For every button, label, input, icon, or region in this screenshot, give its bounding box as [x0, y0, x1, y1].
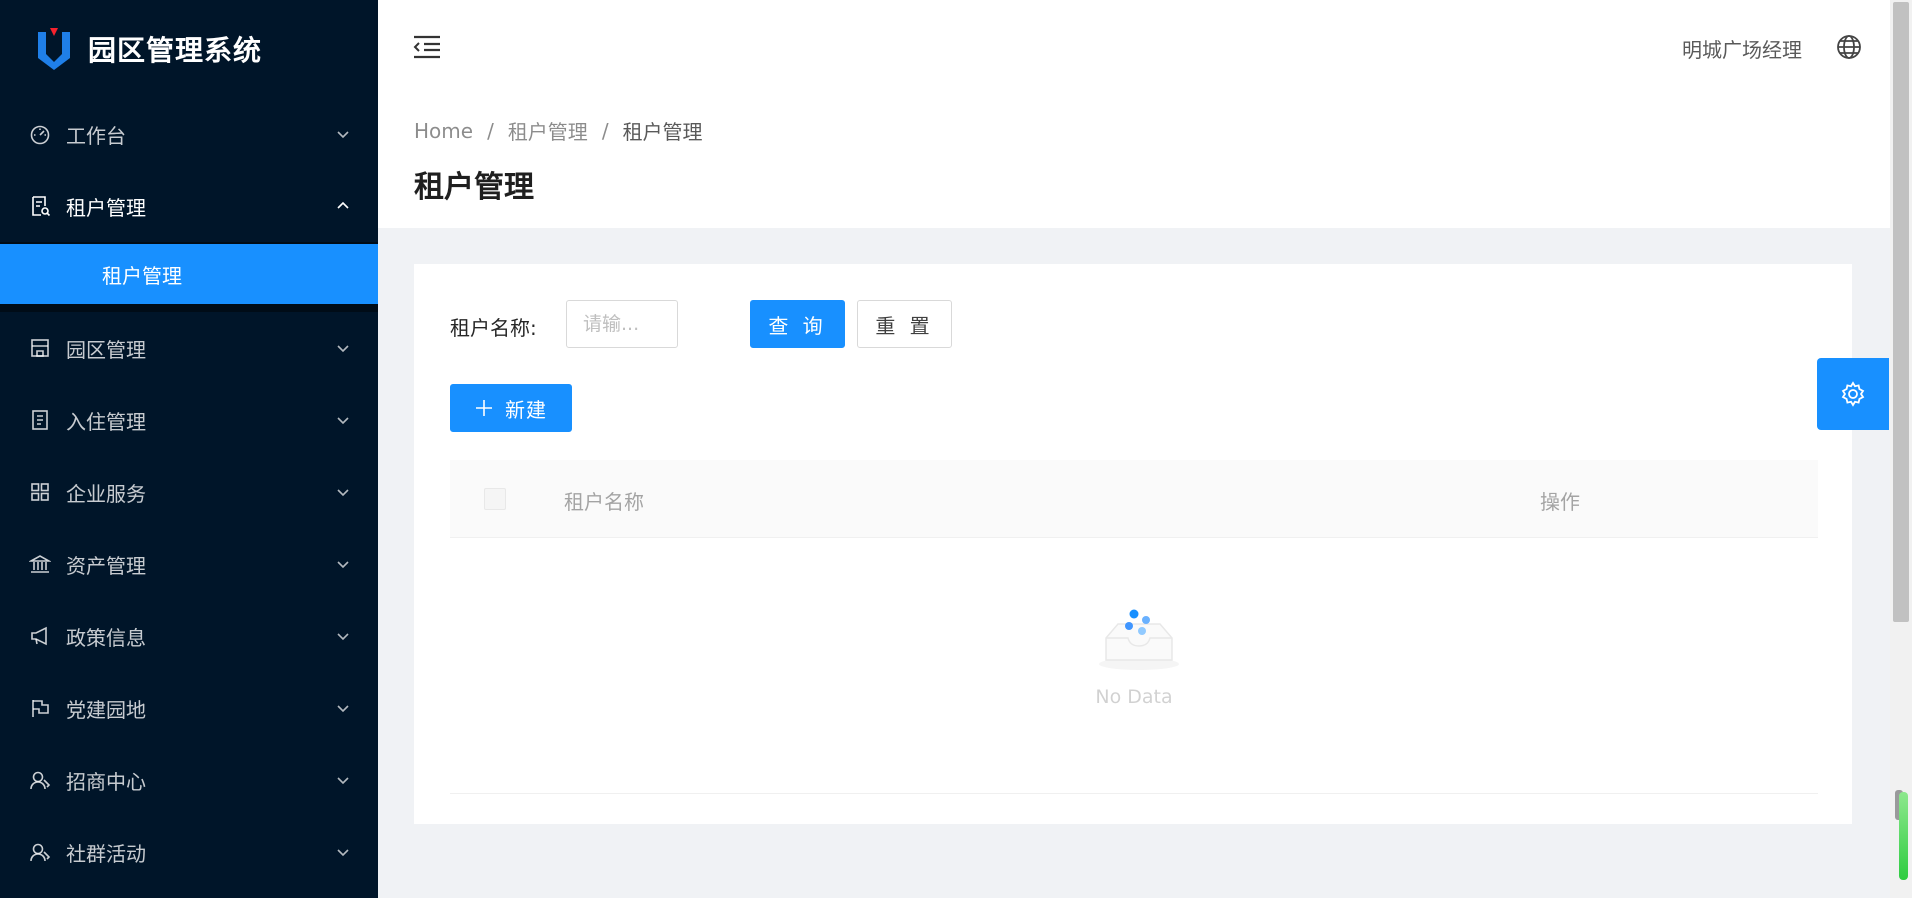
sidebar-item-enterprise-service[interactable]: 企业服务 — [0, 456, 378, 528]
chevron-down-icon — [337, 561, 349, 569]
page-header: Home / 租户管理 / 租户管理 租户管理 — [378, 94, 1890, 228]
chevron-down-icon — [337, 345, 349, 353]
top-header: 明城广场经理 — [378, 0, 1890, 94]
tenant-name-input[interactable] — [566, 300, 678, 348]
dashboard-icon — [29, 123, 51, 145]
chevron-down-icon — [337, 633, 349, 641]
settings-drawer-button[interactable] — [1817, 358, 1889, 430]
sidebar-item-label: 招商中心 — [66, 769, 146, 794]
sidebar-item-label: 入住管理 — [66, 409, 146, 434]
column-header-tenant-name: 租户名称 — [564, 490, 644, 514]
sidebar: 园区管理系统 工作台 租户管理 租户管理 园区管理 入住管理 企业服务 资产管理 — [0, 0, 378, 898]
globe-icon[interactable] — [1836, 34, 1862, 60]
reset-button[interactable]: 重 置 — [857, 300, 952, 348]
table-header: 租户名称 操作 — [450, 460, 1818, 538]
reset-button-label: 重 置 — [875, 313, 934, 338]
sidebar-item-community[interactable]: 社群活动 — [0, 816, 378, 888]
tenant-table: 租户名称 操作 No Data — [450, 460, 1818, 794]
column-header-actions: 操作 — [1540, 490, 1580, 514]
page-scrollbar[interactable] — [1890, 0, 1912, 898]
team-icon — [29, 841, 51, 863]
sidebar-item-label: 企业服务 — [66, 481, 146, 506]
app-title: 园区管理系统 — [88, 34, 263, 67]
menu-fold-icon[interactable] — [412, 34, 442, 60]
new-button-label: 新建 — [505, 397, 547, 422]
team-icon — [29, 769, 51, 791]
flag-icon — [29, 697, 51, 719]
query-button[interactable]: 查 询 — [750, 300, 845, 348]
sidebar-subitem-tenant-management[interactable]: 租户管理 — [0, 244, 378, 304]
chevron-up-icon — [337, 201, 349, 209]
sidebar-item-workbench[interactable]: 工作台 — [0, 98, 378, 170]
chevron-down-icon — [337, 705, 349, 713]
breadcrumb-home[interactable]: Home — [414, 119, 473, 143]
logo-icon — [38, 28, 70, 70]
page-title: 租户管理 — [414, 170, 534, 205]
megaphone-icon — [29, 625, 51, 647]
chevron-down-icon — [337, 131, 349, 139]
plus-icon — [476, 400, 492, 416]
sidebar-item-label: 政策信息 — [66, 625, 146, 650]
user-name[interactable]: 明城广场经理 — [1682, 34, 1802, 63]
tenant-name-label: 租户名称: — [450, 316, 537, 340]
sidebar-item-park[interactable]: 园区管理 — [0, 312, 378, 384]
sidebar-item-checkin[interactable]: 入住管理 — [0, 384, 378, 456]
file-search-icon — [29, 195, 51, 217]
sidebar-item-label: 园区管理 — [66, 337, 146, 362]
select-all-checkbox[interactable] — [484, 488, 506, 510]
sidebar-item-label: 工作台 — [66, 123, 126, 148]
sidebar-item-tenant[interactable]: 租户管理 — [0, 170, 378, 242]
sidebar-item-policy[interactable]: 政策信息 — [0, 600, 378, 672]
breadcrumb-separator: / — [601, 118, 609, 143]
content-card: 租户名称: 查 询 重 置 新建 租户名称 操作 No Data — [414, 264, 1852, 824]
appstore-icon — [29, 481, 51, 503]
scroll-progress-indicator — [1899, 792, 1908, 880]
breadcrumb-current: 租户管理 — [622, 120, 703, 144]
sidebar-item-label: 党建园地 — [66, 697, 146, 722]
sidebar-item-label: 社群活动 — [66, 841, 146, 866]
chevron-down-icon — [337, 417, 349, 425]
gear-icon — [1841, 381, 1865, 407]
sidebar-item-label: 租户管理 — [66, 195, 146, 220]
table-empty-state: No Data — [450, 538, 1818, 794]
chevron-down-icon — [337, 777, 349, 785]
sidebar-item-investment[interactable]: 招商中心 — [0, 744, 378, 816]
new-button[interactable]: 新建 — [450, 384, 572, 432]
chevron-down-icon — [337, 489, 349, 497]
sidebar-item-assets[interactable]: 资产管理 — [0, 528, 378, 600]
sidebar-submenu-tenant: 租户管理 — [0, 242, 378, 312]
sidebar-subitem-label: 租户管理 — [102, 263, 182, 288]
bank-icon — [29, 553, 51, 575]
scrollbar-thumb[interactable] — [1893, 2, 1909, 622]
logo[interactable]: 园区管理系统 — [0, 0, 378, 98]
building-icon — [29, 337, 51, 359]
breadcrumb-separator: / — [487, 118, 494, 143]
breadcrumb: Home / 租户管理 / 租户管理 — [414, 116, 703, 145]
empty-inbox-icon — [1099, 609, 1179, 670]
query-button-label: 查 询 — [768, 313, 827, 338]
breadcrumb-tenant[interactable]: 租户管理 — [508, 116, 588, 145]
chevron-down-icon — [337, 849, 349, 857]
document-icon — [29, 409, 51, 431]
empty-text: No Data — [1095, 686, 1173, 708]
sidebar-item-party[interactable]: 党建园地 — [0, 672, 378, 744]
sidebar-item-label: 资产管理 — [66, 553, 146, 578]
